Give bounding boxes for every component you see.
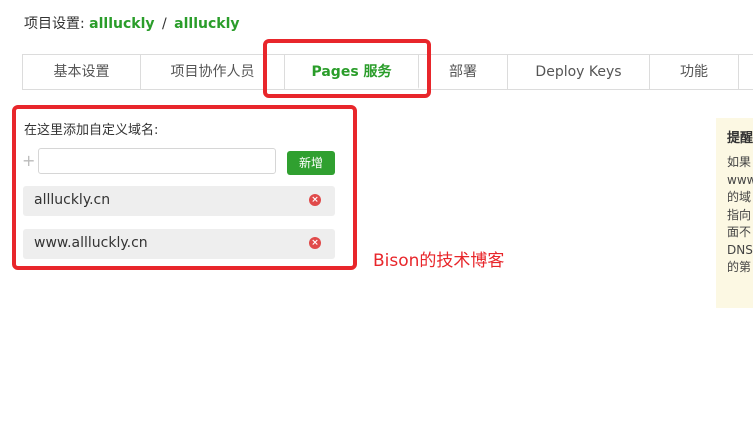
tip-line: 如果 bbox=[727, 155, 752, 169]
tip-line: www bbox=[727, 172, 753, 187]
add-domain-button[interactable]: 新增 bbox=[287, 151, 335, 175]
tip-title: 提醒 bbox=[727, 131, 753, 146]
breadcrumb-separator: / bbox=[161, 16, 167, 32]
tip-panel: 提醒 如果 www 的域 指向 面不 DNS 的第 bbox=[716, 118, 753, 308]
domain-name: allluckly.cn bbox=[34, 192, 111, 208]
breadcrumb: 项目设置: allluckly / allluckly bbox=[24, 13, 240, 33]
domain-list-item: www.allluckly.cn × bbox=[23, 229, 335, 259]
watermark-text: Bison的技术博客 bbox=[373, 251, 505, 271]
tab-deploy[interactable]: 部署 bbox=[419, 55, 508, 89]
breadcrumb-owner-link[interactable]: allluckly bbox=[89, 16, 154, 32]
tip-line: 的第 bbox=[727, 260, 752, 274]
tab-basic-settings[interactable]: 基本设置 bbox=[23, 55, 141, 89]
tab-highlight-box bbox=[263, 39, 431, 98]
tip-line: 面不 bbox=[727, 225, 752, 239]
tip-line: 指向 bbox=[727, 207, 752, 222]
breadcrumb-prefix: 项目设置: bbox=[24, 16, 85, 32]
tab-deploy-keys[interactable]: Deploy Keys bbox=[508, 55, 650, 89]
domain-form-label: 在这里添加自定义域名: bbox=[24, 123, 159, 138]
tip-line: 的域 bbox=[727, 190, 752, 204]
tip-line: DNS bbox=[727, 242, 753, 257]
tab-features[interactable]: 功能 bbox=[650, 55, 739, 89]
custom-domain-input[interactable] bbox=[38, 148, 276, 174]
breadcrumb-repo-link[interactable]: allluckly bbox=[174, 16, 239, 32]
domain-name: www.allluckly.cn bbox=[34, 235, 148, 251]
remove-domain-icon[interactable]: × bbox=[309, 194, 321, 206]
plus-icon: + bbox=[22, 151, 36, 170]
remove-domain-icon[interactable]: × bbox=[309, 237, 321, 249]
domain-list-item: allluckly.cn × bbox=[23, 186, 335, 216]
tip-body: 如果 www 的域 指向 面不 DNS 的第 bbox=[727, 154, 753, 277]
